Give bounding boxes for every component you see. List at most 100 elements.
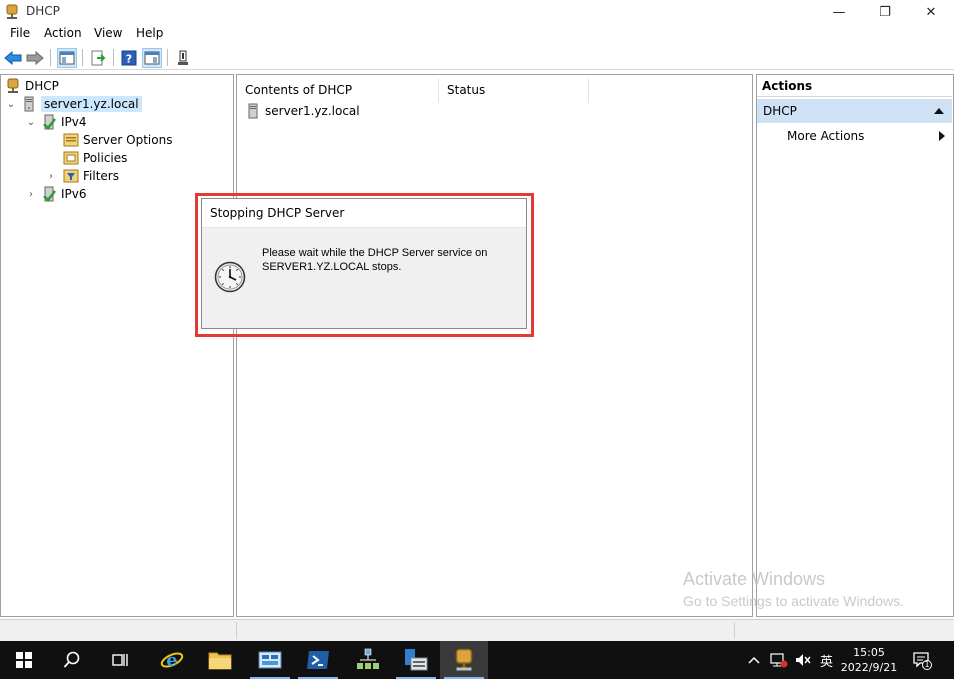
actions-section-dhcp[interactable]: DHCP (757, 99, 952, 123)
tray-overflow-button[interactable] (748, 641, 760, 679)
stopping-service-dialog: Stopping DHCP Server Please wait while t… (201, 198, 527, 329)
column-header-contents[interactable]: Contents of DHCP (237, 79, 439, 103)
ipv6-icon (43, 186, 56, 202)
submenu-arrow-icon (939, 131, 945, 141)
export-list-button[interactable] (88, 48, 108, 68)
start-button[interactable] (0, 641, 48, 679)
tree-item-server[interactable]: ⌄ server1.yz.local (5, 95, 142, 113)
tree-item-dhcp[interactable]: DHCP (5, 77, 59, 95)
tree-label-ipv6: IPv6 (61, 187, 87, 201)
powershell-icon (307, 651, 329, 669)
network-status-icon (770, 653, 788, 668)
tree-item-filters[interactable]: › Filters (45, 167, 119, 185)
server-tool-icon (405, 649, 428, 671)
taskbar: e 英 15:05 2022/9/21 1 (0, 641, 954, 679)
tree-label-dhcp: DHCP (25, 79, 59, 93)
task-view-button[interactable] (96, 641, 144, 679)
chevron-right-icon[interactable]: › (45, 171, 57, 182)
show-hide-action-pane-button[interactable] (142, 48, 162, 68)
column-header-status[interactable]: Status (439, 79, 589, 103)
tray-network[interactable] (770, 641, 788, 679)
collapse-up-icon[interactable] (934, 107, 944, 114)
internet-explorer-icon: e (160, 650, 184, 671)
taskbar-file-explorer[interactable] (196, 641, 244, 679)
dialog-title: Stopping DHCP Server (202, 199, 526, 228)
export-list-icon (91, 50, 106, 66)
dhcp-icon (455, 648, 473, 671)
taskbar-powershell[interactable] (294, 641, 342, 679)
menu-help[interactable]: Help (136, 26, 163, 40)
chevron-down-icon[interactable]: ⌄ (5, 99, 17, 110)
menu-file[interactable]: File (10, 26, 30, 40)
network-icon (357, 648, 379, 669)
action-center-button[interactable]: 1 (912, 641, 932, 679)
search-icon (63, 651, 80, 668)
server-options-icon (63, 133, 79, 147)
server-icon (248, 103, 258, 119)
tree-label-server: server1.yz.local (41, 96, 142, 112)
actions-section-label: DHCP (763, 104, 797, 118)
tray-volume[interactable] (794, 641, 812, 679)
window-title: DHCP (26, 4, 60, 18)
task-view-icon (112, 654, 128, 666)
close-button[interactable]: ✕ (908, 0, 954, 24)
dhcp-app-icon (6, 4, 18, 19)
help-button[interactable]: ? (119, 48, 139, 68)
dialog-message: Please wait while the DHCP Server servic… (262, 246, 512, 274)
chevron-right-icon[interactable]: › (25, 189, 37, 200)
tree-item-policies[interactable]: Policies (63, 149, 127, 167)
tree-item-ipv4[interactable]: ⌄ IPv4 (25, 113, 87, 131)
tree-label-filters: Filters (83, 169, 119, 183)
taskbar-network-tool[interactable] (344, 641, 392, 679)
volume-muted-icon (796, 654, 811, 666)
back-button[interactable] (3, 48, 23, 68)
search-button[interactable] (48, 641, 96, 679)
server-manager-icon (258, 651, 282, 669)
actions-header: Actions (757, 75, 952, 97)
server-icon (24, 96, 34, 112)
clock-icon (214, 261, 246, 293)
stop-service-button[interactable] (173, 48, 193, 68)
notification-count: 1 (924, 660, 930, 669)
menu-action[interactable]: Action (44, 26, 82, 40)
minimize-button[interactable]: — (816, 0, 862, 24)
console-tree-icon (59, 51, 75, 65)
tree-label-ipv4: IPv4 (61, 115, 87, 129)
activation-watermark-text: Go to Settings to activate Windows. (683, 593, 904, 609)
tree-label-policies: Policies (83, 151, 128, 165)
results-pane: Contents of DHCP Status server1.yz.local (236, 74, 753, 617)
tree-label-server-options: Server Options (83, 133, 173, 147)
dhcp-icon (7, 78, 19, 93)
taskbar-dhcp[interactable] (440, 641, 488, 679)
tray-clock[interactable]: 15:05 2022/9/21 (834, 645, 904, 675)
tray-ime[interactable]: 英 (820, 641, 833, 679)
taskbar-internet-explorer[interactable]: e (148, 641, 196, 679)
back-arrow-icon (4, 51, 22, 65)
svg-text:?: ? (126, 53, 132, 66)
forward-arrow-icon (26, 51, 44, 65)
forward-button[interactable] (25, 48, 45, 68)
tree-item-server-options[interactable]: Server Options (63, 131, 172, 149)
taskbar-server-tool[interactable] (392, 641, 440, 679)
more-actions-item[interactable]: More Actions (787, 129, 864, 143)
status-bar (0, 619, 954, 641)
tree-item-ipv6[interactable]: › IPv6 (25, 185, 87, 203)
svg-text:e: e (166, 650, 177, 671)
policies-icon (63, 151, 79, 165)
taskbar-server-manager[interactable] (246, 641, 294, 679)
filters-icon (63, 169, 79, 183)
results-row-label: server1.yz.local (265, 104, 360, 118)
restore-button[interactable]: ❐ (862, 0, 908, 24)
dialog-message-line1: Please wait while the DHCP Server servic… (262, 247, 488, 259)
results-row-server[interactable]: server1.yz.local (245, 102, 360, 120)
dialog-message-line2: SERVER1.YZ.LOCAL stops. (262, 261, 402, 273)
title-bar: DHCP — ❐ ✕ (0, 0, 954, 24)
console-tree-pane: DHCP ⌄ server1.yz.local ⌄ IPv4 Server Op… (0, 74, 234, 617)
show-hide-console-tree-button[interactable] (57, 48, 77, 68)
menu-bar: File Action View Help (0, 24, 954, 44)
ipv4-icon (43, 114, 56, 130)
windows-logo-icon (16, 652, 32, 668)
menu-view[interactable]: View (94, 26, 122, 40)
chevron-down-icon[interactable]: ⌄ (25, 117, 37, 128)
folder-icon (208, 652, 232, 670)
